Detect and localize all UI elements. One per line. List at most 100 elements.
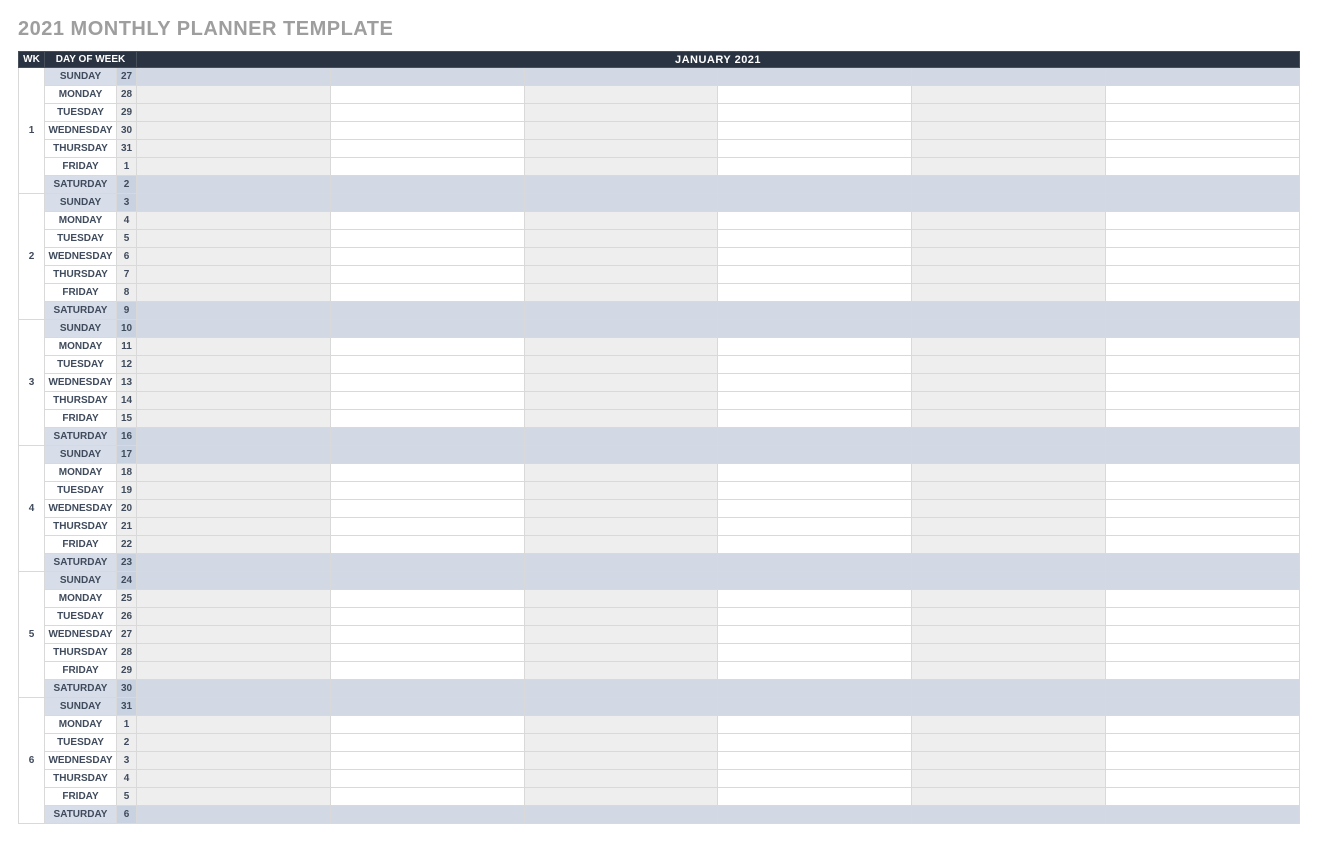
event-cell[interactable]: [718, 338, 912, 356]
event-cell[interactable]: [137, 698, 331, 716]
event-cell[interactable]: [718, 356, 912, 374]
event-cell[interactable]: [1106, 572, 1300, 590]
event-cell[interactable]: [524, 788, 718, 806]
event-cell[interactable]: [524, 158, 718, 176]
event-cell[interactable]: [524, 608, 718, 626]
event-cell[interactable]: [137, 122, 331, 140]
event-cell[interactable]: [137, 68, 331, 86]
event-cell[interactable]: [912, 698, 1106, 716]
event-cell[interactable]: [1106, 536, 1300, 554]
event-cell[interactable]: [137, 158, 331, 176]
event-cell[interactable]: [524, 464, 718, 482]
event-cell[interactable]: [137, 338, 331, 356]
event-cell[interactable]: [330, 644, 524, 662]
event-cell[interactable]: [1106, 338, 1300, 356]
event-cell[interactable]: [718, 554, 912, 572]
event-cell[interactable]: [1106, 662, 1300, 680]
event-cell[interactable]: [330, 464, 524, 482]
event-cell[interactable]: [912, 284, 1106, 302]
event-cell[interactable]: [137, 554, 331, 572]
event-cell[interactable]: [912, 788, 1106, 806]
event-cell[interactable]: [524, 626, 718, 644]
event-cell[interactable]: [912, 374, 1106, 392]
event-cell[interactable]: [330, 536, 524, 554]
event-cell[interactable]: [1106, 806, 1300, 824]
event-cell[interactable]: [137, 482, 331, 500]
event-cell[interactable]: [137, 518, 331, 536]
event-cell[interactable]: [330, 446, 524, 464]
event-cell[interactable]: [718, 500, 912, 518]
event-cell[interactable]: [1106, 644, 1300, 662]
event-cell[interactable]: [524, 644, 718, 662]
event-cell[interactable]: [137, 320, 331, 338]
event-cell[interactable]: [1106, 230, 1300, 248]
event-cell[interactable]: [912, 410, 1106, 428]
event-cell[interactable]: [912, 248, 1106, 266]
event-cell[interactable]: [912, 590, 1106, 608]
event-cell[interactable]: [912, 446, 1106, 464]
event-cell[interactable]: [524, 770, 718, 788]
event-cell[interactable]: [1106, 752, 1300, 770]
event-cell[interactable]: [330, 500, 524, 518]
event-cell[interactable]: [137, 662, 331, 680]
event-cell[interactable]: [718, 320, 912, 338]
event-cell[interactable]: [524, 176, 718, 194]
event-cell[interactable]: [330, 410, 524, 428]
event-cell[interactable]: [137, 770, 331, 788]
event-cell[interactable]: [524, 482, 718, 500]
event-cell[interactable]: [524, 428, 718, 446]
event-cell[interactable]: [330, 302, 524, 320]
event-cell[interactable]: [718, 626, 912, 644]
event-cell[interactable]: [912, 644, 1106, 662]
event-cell[interactable]: [1106, 176, 1300, 194]
event-cell[interactable]: [1106, 266, 1300, 284]
event-cell[interactable]: [912, 428, 1106, 446]
event-cell[interactable]: [524, 284, 718, 302]
event-cell[interactable]: [1106, 122, 1300, 140]
event-cell[interactable]: [718, 698, 912, 716]
event-cell[interactable]: [137, 302, 331, 320]
event-cell[interactable]: [524, 806, 718, 824]
event-cell[interactable]: [524, 356, 718, 374]
event-cell[interactable]: [524, 230, 718, 248]
event-cell[interactable]: [330, 806, 524, 824]
event-cell[interactable]: [330, 626, 524, 644]
event-cell[interactable]: [330, 266, 524, 284]
event-cell[interactable]: [718, 716, 912, 734]
event-cell[interactable]: [524, 500, 718, 518]
event-cell[interactable]: [718, 104, 912, 122]
event-cell[interactable]: [912, 806, 1106, 824]
event-cell[interactable]: [1106, 446, 1300, 464]
event-cell[interactable]: [912, 68, 1106, 86]
event-cell[interactable]: [330, 608, 524, 626]
event-cell[interactable]: [912, 554, 1106, 572]
event-cell[interactable]: [912, 482, 1106, 500]
event-cell[interactable]: [1106, 248, 1300, 266]
event-cell[interactable]: [912, 464, 1106, 482]
event-cell[interactable]: [718, 752, 912, 770]
event-cell[interactable]: [1106, 626, 1300, 644]
event-cell[interactable]: [718, 392, 912, 410]
event-cell[interactable]: [1106, 518, 1300, 536]
event-cell[interactable]: [1106, 212, 1300, 230]
event-cell[interactable]: [137, 410, 331, 428]
event-cell[interactable]: [718, 662, 912, 680]
event-cell[interactable]: [912, 500, 1106, 518]
event-cell[interactable]: [330, 158, 524, 176]
event-cell[interactable]: [718, 590, 912, 608]
event-cell[interactable]: [330, 518, 524, 536]
event-cell[interactable]: [912, 140, 1106, 158]
event-cell[interactable]: [137, 536, 331, 554]
event-cell[interactable]: [330, 338, 524, 356]
event-cell[interactable]: [912, 122, 1106, 140]
event-cell[interactable]: [330, 176, 524, 194]
event-cell[interactable]: [912, 662, 1106, 680]
event-cell[interactable]: [137, 284, 331, 302]
event-cell[interactable]: [1106, 680, 1300, 698]
event-cell[interactable]: [137, 428, 331, 446]
event-cell[interactable]: [524, 320, 718, 338]
event-cell[interactable]: [137, 446, 331, 464]
event-cell[interactable]: [1106, 194, 1300, 212]
event-cell[interactable]: [330, 662, 524, 680]
event-cell[interactable]: [137, 176, 331, 194]
